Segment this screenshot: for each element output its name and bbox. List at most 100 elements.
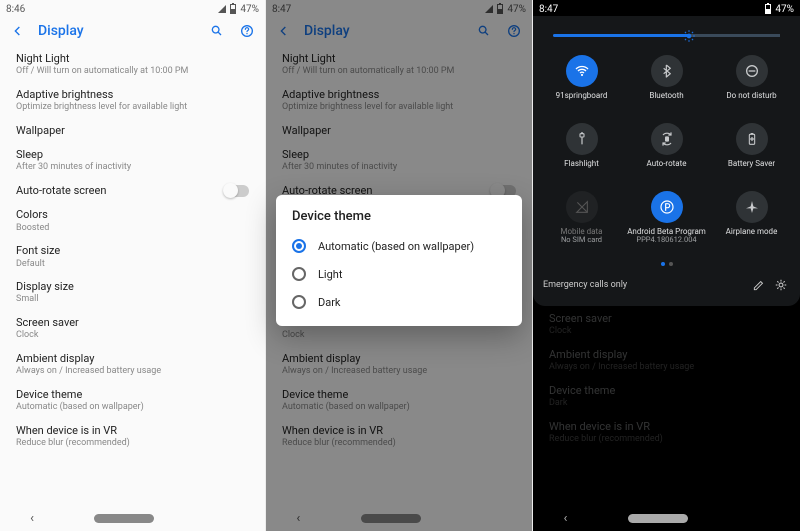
help-button[interactable] (237, 21, 257, 41)
qs-footer: Emergency calls only (533, 270, 800, 298)
settings-item-subtitle: Reduce blur (recommended) (16, 438, 249, 449)
qs-tile-airplane[interactable]: Airplane mode (709, 185, 794, 247)
settings-item-title: Wallpaper (16, 124, 249, 137)
qs-tile-battery-saver[interactable]: Battery Saver (709, 117, 794, 179)
qs-tile-auto-rotate[interactable]: Auto-rotate (624, 117, 709, 179)
settings-item[interactable]: Font sizeDefault (4, 238, 261, 274)
settings-item-title: Sleep (16, 148, 249, 161)
qs-tile-wifi[interactable]: 91springboard (539, 49, 624, 111)
qs-tile-label: Airplane mode (726, 227, 778, 245)
settings-item[interactable]: Screen saverClock (4, 310, 261, 346)
app-bar: Display (0, 16, 265, 46)
mobile-data-icon (566, 191, 598, 223)
settings-item-title: Adaptive brightness (16, 88, 249, 101)
battery-percent: 47% (775, 4, 794, 15)
qs-tile-label: Battery Saver (728, 159, 775, 177)
qs-tile-bluetooth[interactable]: Bluetooth (624, 49, 709, 111)
settings-button[interactable] (772, 276, 790, 294)
flashlight-icon (566, 123, 598, 155)
settings-item-title: Display size (16, 280, 249, 293)
settings-item-subtitle: Always on / Increased battery usage (16, 366, 249, 377)
edit-tiles-button[interactable] (750, 276, 768, 294)
nav-home[interactable] (94, 514, 154, 523)
search-button[interactable] (207, 21, 227, 41)
status-bar: 8:46 47% (0, 0, 265, 16)
battery-saver-icon (736, 123, 768, 155)
battery-percent: 47% (240, 4, 259, 15)
back-button[interactable] (8, 21, 28, 41)
settings-item[interactable]: Night LightOff / Will turn on automatica… (4, 46, 261, 82)
battery-icon (230, 4, 236, 14)
bluetooth-icon (651, 55, 683, 87)
settings-item-subtitle: Small (16, 294, 249, 305)
settings-item-title: Screen saver (16, 316, 249, 329)
settings-item: When device is in VRReduce blur (recomme… (537, 414, 796, 450)
settings-item[interactable]: Adaptive brightnessOptimize brightness l… (4, 82, 261, 118)
settings-item[interactable]: Wallpaper (4, 118, 261, 142)
settings-item: Ambient displayAlways on / Increased bat… (537, 342, 796, 378)
qs-tile-label: Android Beta ProgramPPP4.180612.004 (627, 227, 706, 245)
settings-item-title: Night Light (16, 52, 249, 65)
qs-tile-mobile-data: Mobile dataNo SIM card (539, 185, 624, 247)
settings-item-subtitle: Automatic (based on wallpaper) (16, 402, 249, 413)
theme-option-label: Light (318, 268, 342, 281)
airplane-icon (736, 191, 768, 223)
settings-item-title: Ambient display (16, 352, 249, 365)
status-bar: 8:47 47% (533, 0, 800, 16)
settings-item-title: When device is in VR (16, 424, 249, 437)
settings-item-subtitle: Off / Will turn on automatically at 10:0… (16, 66, 249, 77)
settings-item-subtitle: After 30 minutes of inactivity (16, 162, 249, 173)
page-title: Display (38, 23, 197, 39)
signal-icon (218, 5, 226, 13)
qs-tile-label: Mobile dataNo SIM card (561, 227, 603, 245)
android-beta-icon (651, 191, 683, 223)
device-theme-dialog: Device theme Automatic (based on wallpap… (276, 195, 522, 326)
wifi-icon (566, 55, 598, 87)
theme-option[interactable]: Dark (286, 288, 512, 316)
brightness-slider[interactable] (553, 34, 780, 37)
qs-tile-do-not-disturb[interactable]: Do not disturb (709, 49, 794, 111)
settings-list[interactable]: Night LightOff / Will turn on automatica… (0, 46, 265, 454)
settings-item[interactable]: Ambient displayAlways on / Increased bat… (4, 346, 261, 382)
settings-item-title: Auto-rotate screen (16, 184, 106, 197)
auto-rotate-switch[interactable] (223, 185, 249, 197)
theme-option-label: Automatic (based on wallpaper) (318, 240, 474, 253)
brightness-thumb[interactable] (682, 29, 696, 43)
theme-option[interactable]: Light (286, 260, 512, 288)
nav-back[interactable]: ‹ (30, 511, 34, 526)
settings-item[interactable]: Colors Boosted (4, 202, 261, 238)
status-time: 8:47 (539, 4, 558, 15)
auto-rotate-icon (651, 123, 683, 155)
settings-item[interactable]: SleepAfter 30 minutes of inactivity (4, 142, 261, 178)
settings-item[interactable]: When device is in VRReduce blur (recomme… (4, 418, 261, 454)
radio-button[interactable] (292, 295, 306, 309)
qs-tile-android-beta[interactable]: Android Beta ProgramPPP4.180612.004 (624, 185, 709, 247)
settings-item[interactable]: Device themeAutomatic (based on wallpape… (4, 382, 261, 418)
theme-option[interactable]: Automatic (based on wallpaper) (286, 232, 512, 260)
settings-item: Device themeDark (537, 378, 796, 414)
dialog-title: Device theme (292, 209, 506, 224)
quick-settings-panel: 91springboard Bluetooth Do not disturb Flas… (533, 16, 800, 306)
radio-button[interactable] (292, 267, 306, 281)
radio-button[interactable] (292, 239, 306, 253)
panel-device-theme-dialog: 8:47 47% Display Night LightOff / Will t… (266, 0, 533, 531)
settings-item-subtitle: Boosted (16, 223, 249, 234)
nav-bar: ‹ (533, 505, 800, 531)
page-indicator (533, 249, 800, 270)
battery-icon (765, 4, 771, 14)
footer-text: Emergency calls only (543, 280, 627, 290)
qs-tile-label: Bluetooth (649, 91, 683, 109)
nav-home[interactable] (628, 514, 688, 523)
status-time: 8:46 (6, 4, 25, 15)
settings-item[interactable]: Display sizeSmall (4, 274, 261, 310)
settings-item-subtitle: Default (16, 259, 249, 270)
settings-item-title: Colors (16, 208, 249, 221)
do-not-disturb-icon (736, 55, 768, 87)
settings-item-title: Device theme (16, 388, 249, 401)
qs-tile-label: 91springboard (556, 91, 608, 109)
nav-back[interactable]: ‹ (564, 511, 568, 526)
settings-item[interactable]: Auto-rotate screen (4, 178, 261, 202)
qs-tile-label: Auto-rotate (647, 159, 687, 177)
qs-tile-flashlight[interactable]: Flashlight (539, 117, 624, 179)
panel-display-settings-light: 8:46 47% Display Night LightOff / Will t… (0, 0, 266, 531)
